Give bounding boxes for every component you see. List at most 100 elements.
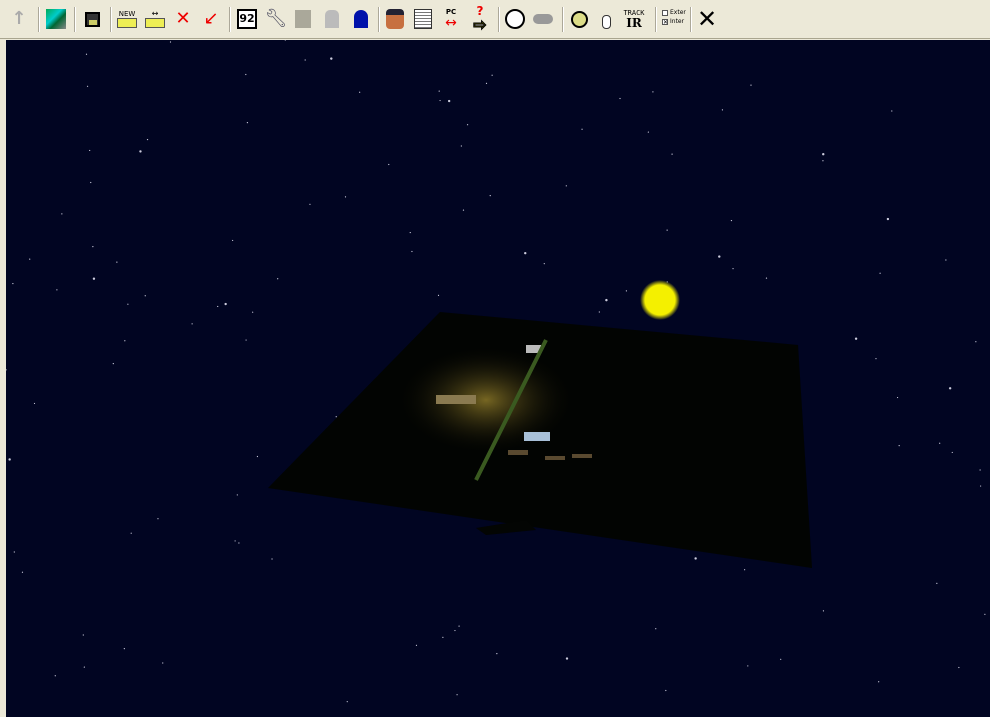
star xyxy=(891,110,893,112)
separator xyxy=(110,7,112,32)
star xyxy=(744,569,746,571)
star xyxy=(485,82,488,84)
star xyxy=(82,634,84,636)
star xyxy=(415,644,418,646)
star xyxy=(438,90,440,92)
star xyxy=(232,239,234,242)
star xyxy=(236,494,238,496)
star xyxy=(565,185,567,187)
star xyxy=(54,675,56,677)
star xyxy=(90,181,92,184)
toolbar: ↑ NEW ↔ ✕ ↙ 92 🔧︎ PC ↔ ? ⇨ TRACK IR Exter ✕… xyxy=(0,0,990,39)
building xyxy=(524,432,550,441)
star xyxy=(765,277,768,279)
star xyxy=(447,99,451,103)
help-arrow-icon[interactable]: ? ⇨ xyxy=(467,5,493,33)
star xyxy=(730,219,733,222)
star xyxy=(92,277,96,280)
3d-viewport[interactable] xyxy=(6,40,990,717)
exterior-checkbox[interactable]: Exter xyxy=(662,9,686,16)
building xyxy=(545,456,565,460)
clock-icon[interactable] xyxy=(502,6,528,32)
star xyxy=(439,99,441,102)
pc-driver-swap-icon[interactable]: PC ↔ xyxy=(438,6,464,32)
star xyxy=(359,91,361,93)
exterior-label: Exter xyxy=(670,9,686,16)
list-icon[interactable] xyxy=(410,6,436,32)
star xyxy=(936,582,938,584)
wrench-icon[interactable]: 🔧︎ xyxy=(263,6,289,32)
star xyxy=(277,278,279,280)
save-icon[interactable] xyxy=(79,6,105,32)
up-arrow-icon[interactable]: ↑ xyxy=(6,6,32,32)
star xyxy=(581,128,583,130)
star xyxy=(83,666,85,668)
interior-checkbox[interactable]: ✕ Inter xyxy=(662,18,684,25)
star xyxy=(822,160,824,162)
star xyxy=(139,150,142,153)
star xyxy=(162,662,164,664)
star xyxy=(543,263,545,265)
star xyxy=(694,557,697,560)
star xyxy=(886,217,890,221)
star xyxy=(979,469,981,471)
star xyxy=(747,665,749,667)
star xyxy=(780,658,782,660)
star xyxy=(13,551,15,553)
scenario-icon[interactable]: 92 xyxy=(234,6,260,32)
star xyxy=(878,681,880,683)
star xyxy=(879,272,881,274)
star xyxy=(948,387,952,390)
star xyxy=(271,558,273,560)
star xyxy=(454,629,456,632)
driver-icon[interactable] xyxy=(382,6,408,32)
star xyxy=(980,485,982,487)
route-map-icon[interactable] xyxy=(43,6,69,32)
steering-wheel-icon[interactable] xyxy=(566,6,592,32)
close-icon[interactable]: ✕ xyxy=(694,6,720,32)
star xyxy=(245,73,247,76)
scene xyxy=(6,40,986,703)
new-train-icon[interactable]: NEW xyxy=(114,6,140,32)
separator xyxy=(655,7,657,32)
star xyxy=(665,689,667,692)
star xyxy=(388,163,390,166)
weather-icon[interactable] xyxy=(530,6,556,32)
star xyxy=(411,250,413,253)
star xyxy=(875,358,877,360)
star xyxy=(437,294,440,296)
star xyxy=(92,246,94,248)
star xyxy=(462,209,465,211)
star xyxy=(939,442,941,444)
star xyxy=(304,59,306,61)
building xyxy=(436,395,476,404)
star xyxy=(123,648,125,650)
star xyxy=(975,341,977,343)
star xyxy=(224,302,227,306)
star xyxy=(146,138,149,141)
pointer-icon[interactable]: ↙ xyxy=(198,6,224,32)
disabled-chip-icon xyxy=(290,6,316,32)
star xyxy=(256,455,259,458)
move-train-icon[interactable]: ↔ xyxy=(142,6,168,32)
building xyxy=(508,450,528,455)
trackir-icon[interactable]: TRACK IR xyxy=(620,6,648,32)
star xyxy=(625,290,627,292)
star xyxy=(86,85,89,87)
star xyxy=(898,445,900,447)
building xyxy=(572,454,592,458)
star xyxy=(822,610,825,612)
star xyxy=(489,195,491,197)
star xyxy=(666,229,668,231)
bell-icon[interactable] xyxy=(348,6,374,32)
star xyxy=(655,628,657,630)
star xyxy=(284,40,286,41)
star xyxy=(127,303,129,305)
star xyxy=(33,402,36,405)
mouse-icon[interactable] xyxy=(593,6,619,32)
star xyxy=(854,337,858,340)
star xyxy=(335,416,337,418)
star xyxy=(344,196,347,198)
star xyxy=(750,84,752,86)
delete-train-icon[interactable]: ✕ xyxy=(170,6,196,32)
